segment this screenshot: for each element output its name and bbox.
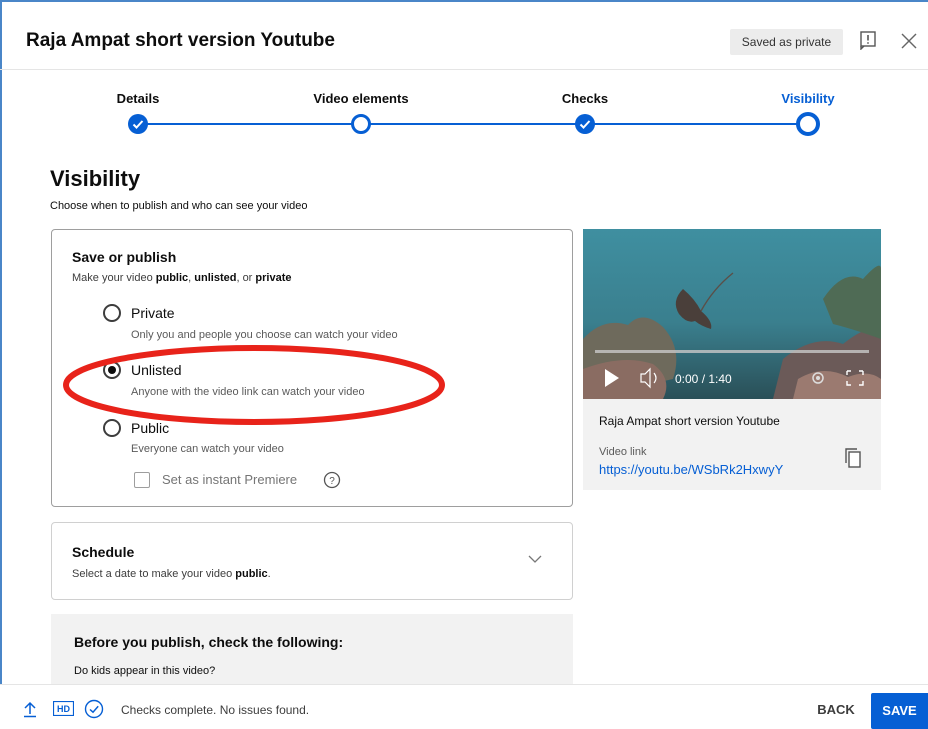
schedule-desc-text: Select a date to make your video <box>72 568 236 580</box>
schedule-card[interactable] <box>51 522 573 600</box>
radio-private[interactable] <box>103 304 121 322</box>
step-visibility-label[interactable]: Visibility <box>781 91 834 106</box>
close-icon[interactable] <box>900 32 918 50</box>
status-badge: Saved as private <box>730 29 843 55</box>
desc-unlisted: unlisted <box>194 272 237 284</box>
checks-status-text: Checks complete. No issues found. <box>121 703 310 717</box>
option-private-desc: Only you and people you choose can watch… <box>131 329 398 341</box>
upload-icon[interactable] <box>22 700 38 718</box>
desc-prefix: Make your video <box>72 272 156 284</box>
schedule-heading: Schedule <box>72 544 135 560</box>
desc-private: private <box>255 272 292 284</box>
svg-text:HD: HD <box>57 704 70 714</box>
save-publish-heading: Save or publish <box>72 249 177 265</box>
schedule-desc-bold: public <box>235 568 268 580</box>
before-publish-heading: Before you publish, check the following: <box>74 634 344 650</box>
checks-complete-icon[interactable] <box>84 699 104 719</box>
instant-premiere-label[interactable]: Set as instant Premiere <box>162 472 297 487</box>
check-icon <box>579 120 591 129</box>
video-link[interactable]: https://youtu.be/WSbRk2HxwyY <box>599 462 783 477</box>
save-button[interactable]: SAVE <box>871 693 928 729</box>
instant-premiere-checkbox[interactable] <box>134 472 150 488</box>
desc-sep: , or <box>236 272 256 284</box>
step-visibility-dot[interactable] <box>796 112 820 136</box>
copy-icon[interactable] <box>844 447 862 469</box>
stepper-line <box>138 123 808 125</box>
step-checks-check[interactable] <box>575 114 595 134</box>
svg-text:?: ? <box>329 476 335 487</box>
video-time: 0:00 / 1:40 <box>675 372 732 386</box>
option-private-label[interactable]: Private <box>131 305 175 321</box>
schedule-desc: Select a date to make your video public. <box>72 568 271 580</box>
back-button[interactable]: BACK <box>806 696 866 724</box>
step-details-check[interactable] <box>128 114 148 134</box>
step-video-elements-label[interactable]: Video elements <box>313 91 408 106</box>
step-checks-label[interactable]: Checks <box>562 91 608 106</box>
dialog-title: Raja Ampat short version Youtube <box>26 30 335 51</box>
chevron-down-icon[interactable] <box>527 553 543 565</box>
hd-icon[interactable]: HD <box>53 701 74 716</box>
video-link-label: Video link <box>599 446 647 458</box>
desc-public: public <box>155 272 189 284</box>
video-player[interactable] <box>583 229 881 399</box>
visibility-heading: Visibility <box>50 166 141 191</box>
kids-question: Do kids appear in this video? <box>74 665 216 677</box>
video-title: Raja Ampat short version Youtube <box>599 414 780 428</box>
check-icon <box>132 120 144 129</box>
step-video-elements-dot[interactable] <box>351 114 371 134</box>
help-icon[interactable]: ? <box>323 471 341 489</box>
highlight-annotation <box>63 345 445 425</box>
schedule-desc-suffix: . <box>267 568 271 580</box>
visibility-subheading: Choose when to publish and who can see y… <box>50 200 308 212</box>
save-publish-desc: Make your video public, unlisted, or pri… <box>72 272 291 284</box>
feedback-icon[interactable] <box>858 30 878 50</box>
option-public-desc: Everyone can watch your video <box>131 443 284 455</box>
step-details-label[interactable]: Details <box>117 91 160 106</box>
